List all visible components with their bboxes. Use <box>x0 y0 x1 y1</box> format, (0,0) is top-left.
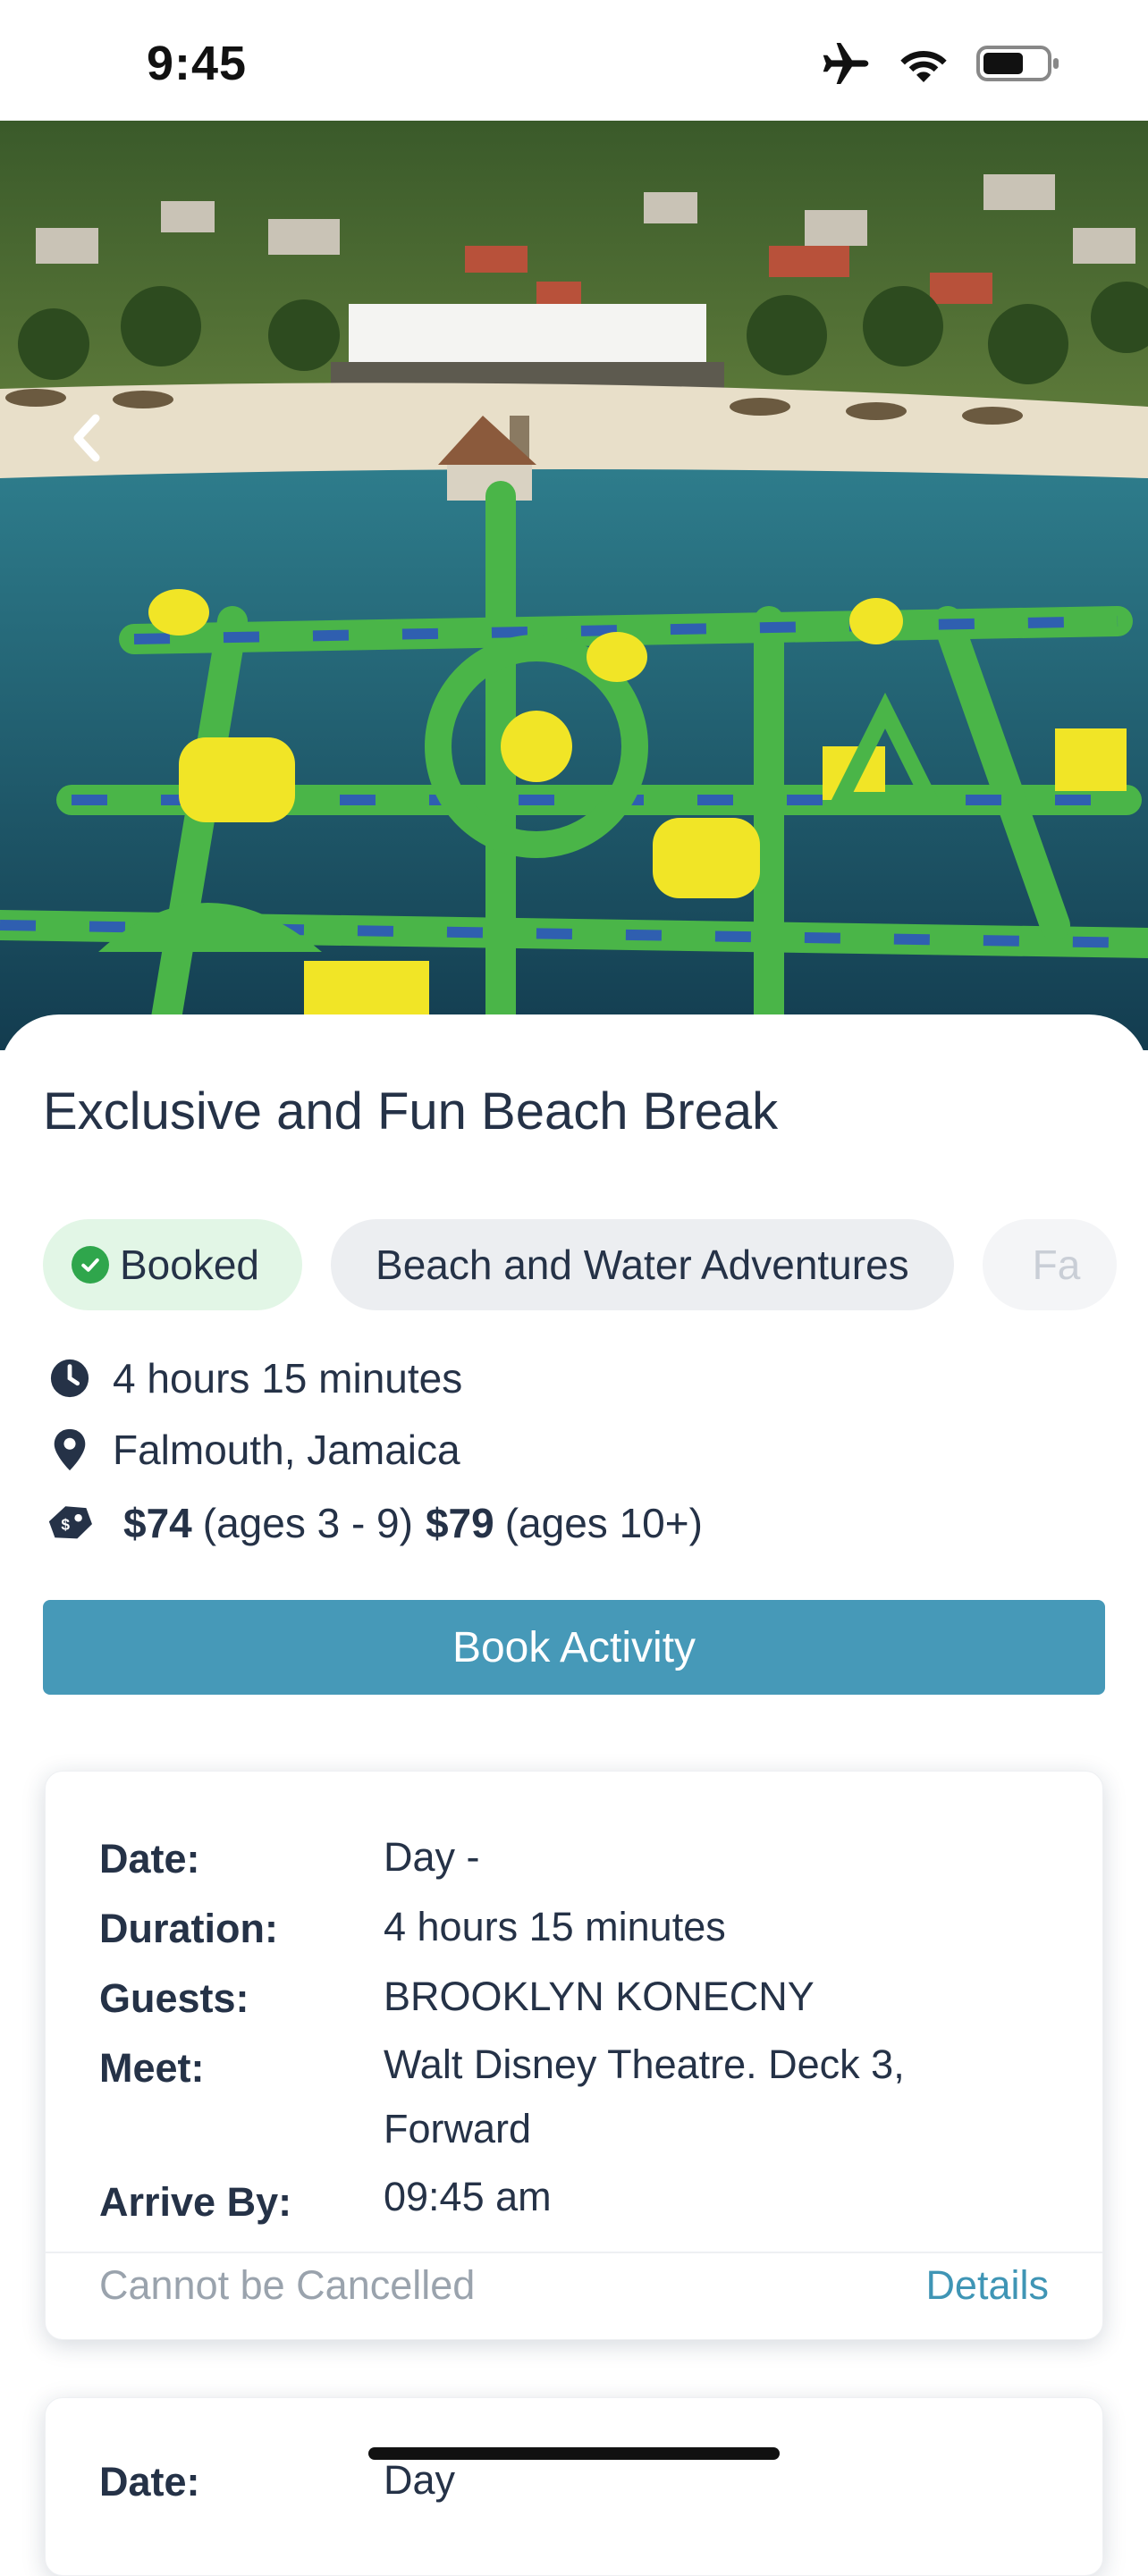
guests-label: Guests: <box>99 1975 249 2021</box>
duration-value: 4 hours 15 minutes <box>384 1904 726 1949</box>
wifi-icon <box>898 45 950 87</box>
date-label: Date: <box>99 1836 200 1881</box>
meet-label: Meet: <box>99 2045 205 2091</box>
chip-booked-label: Booked <box>120 1242 260 1288</box>
chip-beach-water-adventures[interactable]: Beach and Water Adventures <box>331 1219 954 1310</box>
chip-booked[interactable]: Booked <box>43 1219 303 1310</box>
adult-price: $79 <box>425 1500 494 1546</box>
adult-ages: (ages 10+) <box>504 1500 703 1546</box>
book-activity-button[interactable]: Book Activity <box>43 1600 1105 1695</box>
home-indicator[interactable] <box>368 2447 780 2460</box>
chip-partial-label: Fa <box>1032 1242 1081 1288</box>
chevron-left-icon <box>73 414 100 462</box>
date-value-2: Day <box>384 2457 456 2503</box>
duration-label: Duration: <box>99 1906 278 1951</box>
back-button[interactable] <box>55 402 118 474</box>
child-price: $74 <box>123 1500 192 1546</box>
hero-image <box>0 121 1148 1050</box>
duration-text: 4 hours 15 minutes <box>113 1355 463 1402</box>
airplane-icon <box>821 43 871 88</box>
booking-card-2: Date: Day <box>45 2397 1103 2576</box>
category-chips: Booked Beach and Water Adventures Fa <box>43 1219 1117 1310</box>
duration-row: 4 hours 15 minutes <box>45 1353 462 1403</box>
arrive-by-label: Arrive By: <box>99 2179 292 2225</box>
location-text: Falmouth, Jamaica <box>113 1427 460 1473</box>
status-bar: 9:45 <box>0 0 1148 121</box>
location-row: Falmouth, Jamaica <box>45 1425 460 1475</box>
check-circle-icon <box>72 1246 109 1284</box>
details-link[interactable]: Details <box>925 2262 1049 2309</box>
chip-partial[interactable]: Fa <box>982 1219 1117 1310</box>
date-value: Day - <box>384 1834 480 1880</box>
svg-text:$: $ <box>61 1516 70 1534</box>
status-time: 9:45 <box>147 37 248 90</box>
child-ages: (ages 3 - 9) <box>202 1500 413 1546</box>
map-pin-icon <box>45 1425 95 1475</box>
cancellation-status: Cannot be Cancelled <box>99 2262 476 2308</box>
battery-icon <box>976 44 1062 88</box>
activity-title: Exclusive and Fun Beach Break <box>43 1082 779 1141</box>
meet-value: Walt Disney Theatre. Deck 3, Forward <box>384 2041 905 2151</box>
guests-value: BROOKLYN KONECNY <box>384 1974 815 2019</box>
booking-card: Date: Day - Duration: 4 hours 15 minutes… <box>45 1771 1103 2340</box>
chip-category-label: Beach and Water Adventures <box>376 1242 909 1288</box>
date-label-2: Date: <box>99 2459 200 2504</box>
price-tag-icon: $ <box>45 1498 95 1548</box>
card-divider <box>46 2252 1102 2253</box>
clock-icon <box>45 1353 95 1403</box>
status-icons <box>821 43 1062 88</box>
price-row: $ $74 (ages 3 - 9) $79 (ages 10+) <box>45 1498 703 1548</box>
arrive-by-value: 09:45 am <box>384 2174 552 2219</box>
